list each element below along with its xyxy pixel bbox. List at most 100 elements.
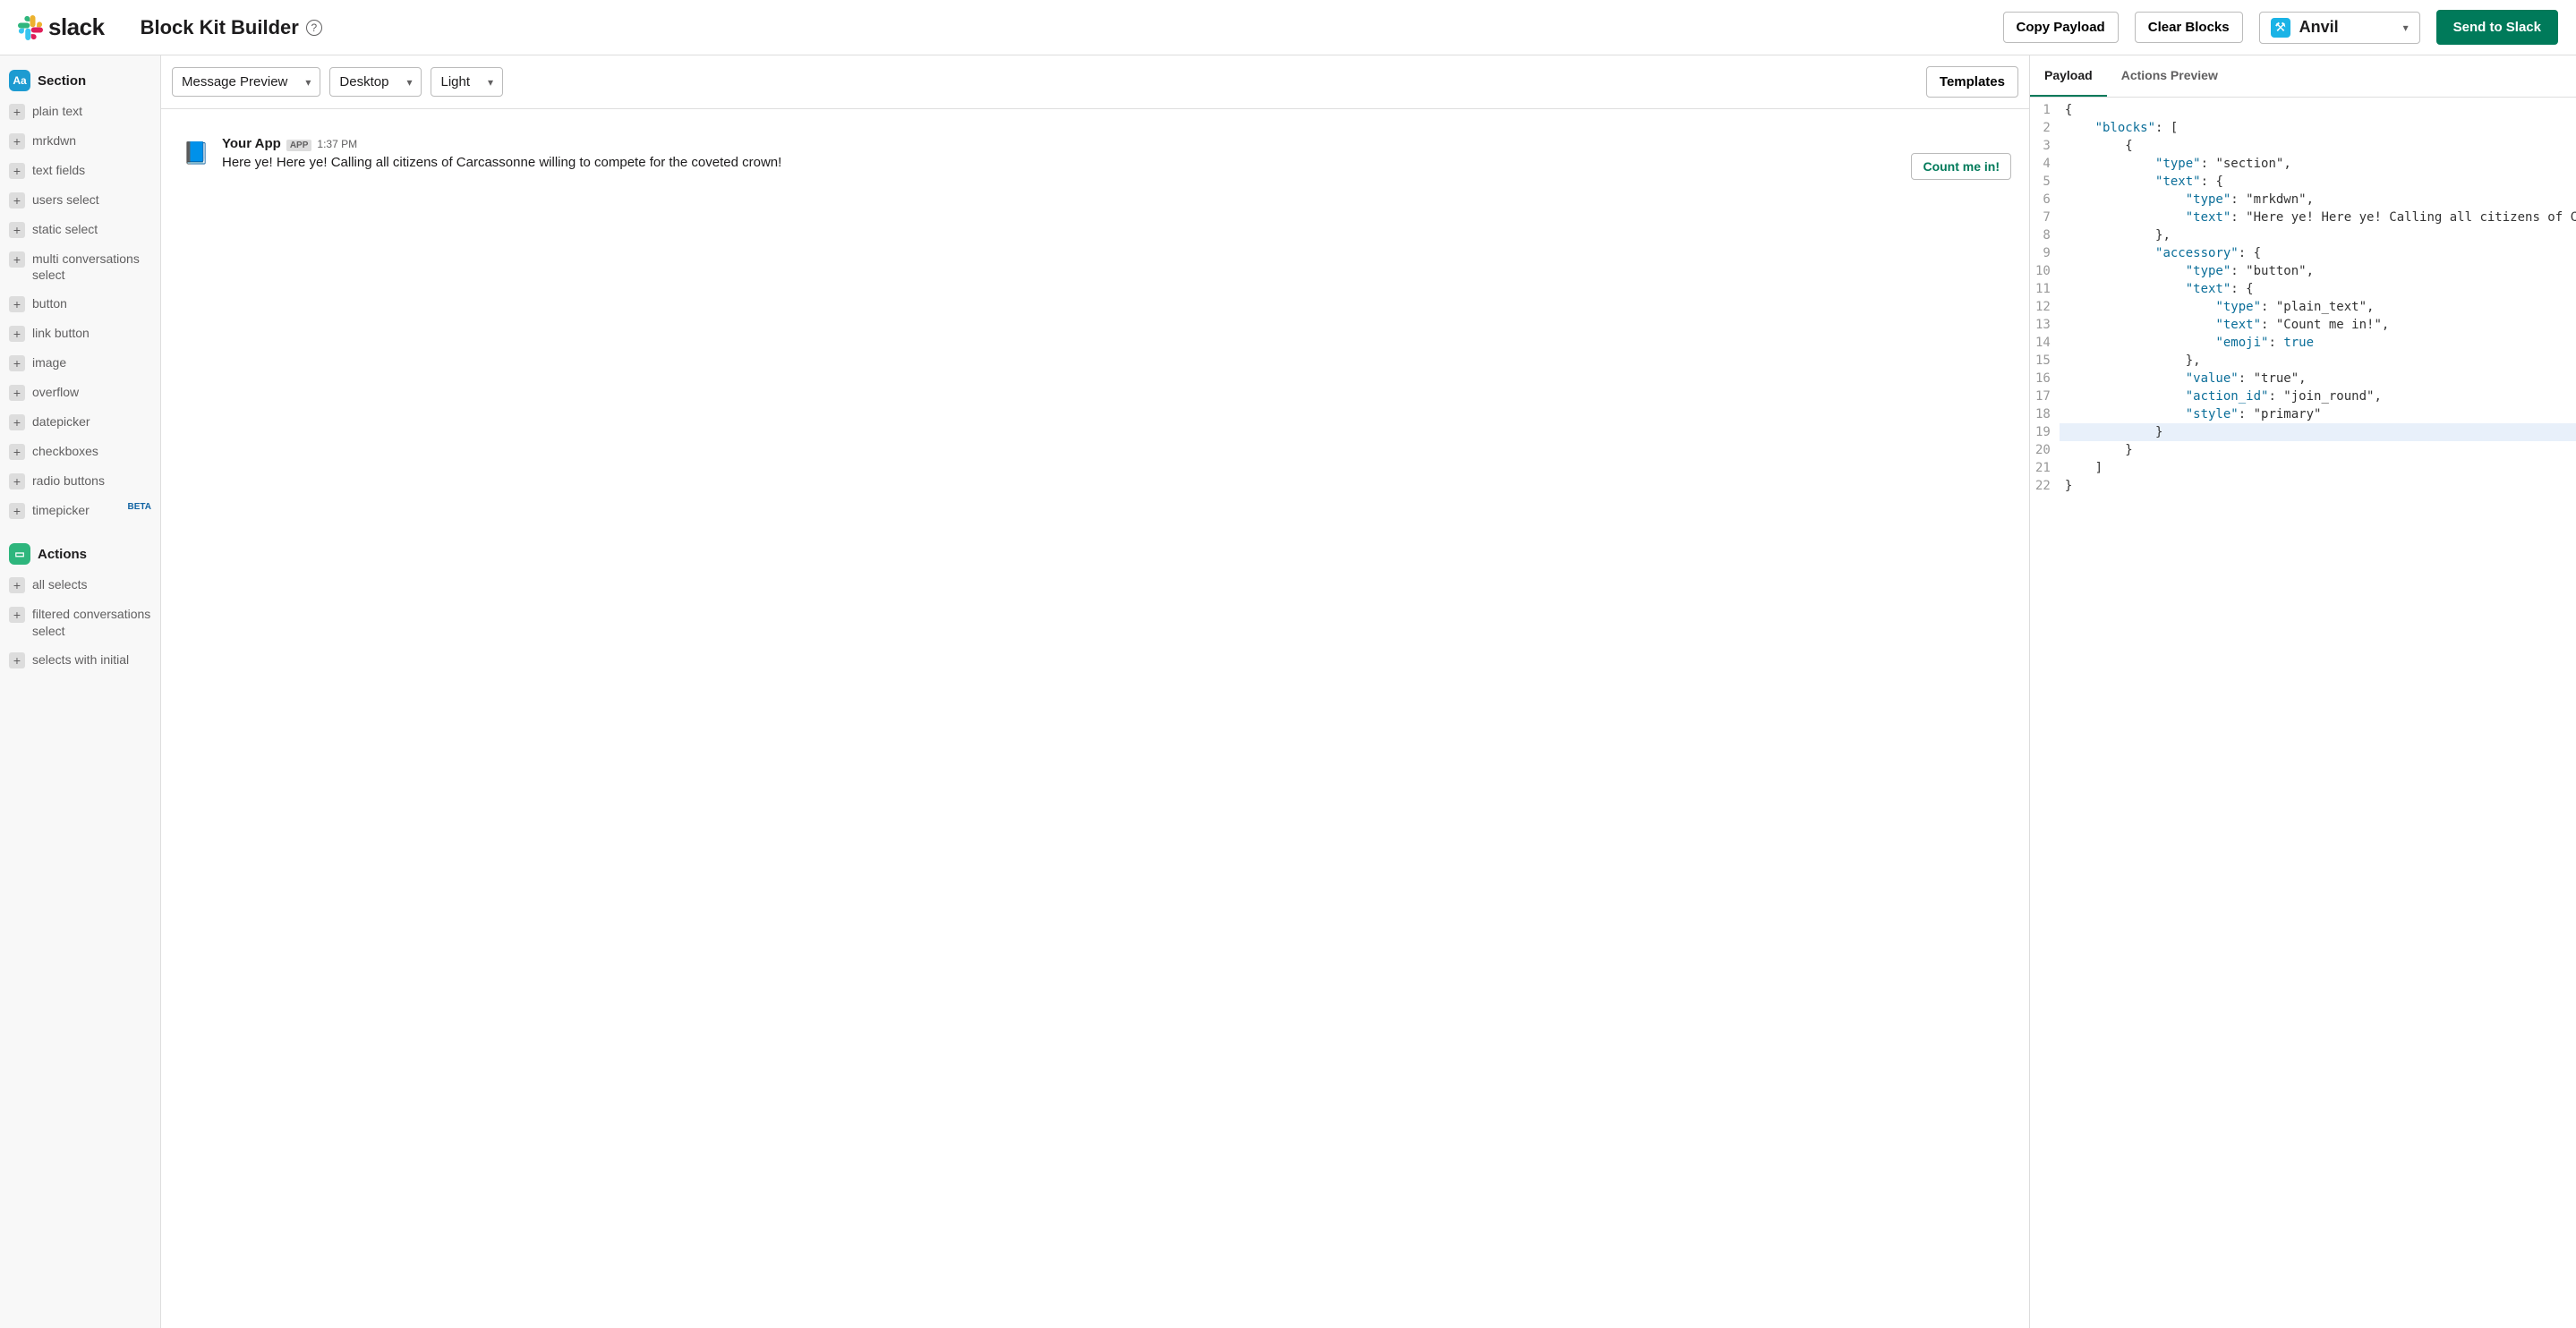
code-line[interactable]: "accessory": { [2060, 244, 2576, 262]
sidebar-item-image[interactable]: +image [0, 348, 160, 378]
copy-payload-button[interactable]: Copy Payload [2003, 12, 2119, 43]
section-badge-icon: Aa [9, 70, 30, 91]
clear-blocks-button[interactable]: Clear Blocks [2135, 12, 2243, 43]
accessory-button[interactable]: Count me in! [1911, 153, 2011, 180]
workspace-name: Anvil [2299, 18, 2394, 37]
code-content[interactable]: { "blocks": [ { "type": "section", "text… [2060, 98, 2576, 1328]
code-line[interactable]: "type": "button", [2060, 262, 2576, 280]
workspace-icon: ⚒ [2271, 18, 2290, 38]
plus-icon: + [9, 652, 25, 668]
surface-select[interactable]: Desktop ▾ [329, 67, 422, 97]
slack-logo-icon [18, 15, 43, 40]
sidebar-item-timepicker[interactable]: +timepickerBETA [0, 496, 160, 525]
templates-button[interactable]: Templates [1926, 66, 2018, 98]
code-line[interactable]: "blocks": [ [2060, 119, 2576, 137]
main-layout: Aa Section +plain text+mrkdwn+text field… [0, 55, 2576, 1328]
sidebar-item-label: checkboxes [32, 443, 98, 459]
sidebar-item-selects-with-initial[interactable]: + selects with initial [0, 645, 160, 675]
preview-panel: Message Preview ▾ Desktop ▾ Light ▾ Temp… [161, 55, 2030, 1328]
plus-icon: + [9, 503, 25, 519]
sidebar-item-label: multi conversations select [32, 251, 151, 283]
plus-icon: + [9, 296, 25, 312]
code-tabs: Payload Actions Preview [2030, 55, 2576, 98]
sidebar-item-link-button[interactable]: +link button [0, 319, 160, 348]
code-line[interactable]: "text": { [2060, 280, 2576, 298]
sidebar-item-mrkdwn[interactable]: + mrkdwn [0, 126, 160, 156]
code-line[interactable]: "text": "Here ye! Here ye! Calling all c… [2060, 209, 2576, 226]
message-header: Your App APP 1:37 PM [222, 136, 2011, 151]
preview-toolbar: Message Preview ▾ Desktop ▾ Light ▾ Temp… [161, 55, 2029, 109]
send-to-slack-button[interactable]: Send to Slack [2436, 10, 2558, 45]
plus-icon: + [9, 251, 25, 268]
code-line[interactable]: "type": "section", [2060, 155, 2576, 173]
code-line[interactable]: }, [2060, 352, 2576, 370]
code-line[interactable]: } [2060, 423, 2576, 441]
app-name: Your App [222, 136, 281, 151]
code-line[interactable]: { [2060, 137, 2576, 155]
app-avatar: 📘 [179, 136, 213, 170]
sidebar-item-label: static select [32, 221, 98, 237]
sidebar-item-overflow[interactable]: +overflow [0, 378, 160, 407]
chevron-down-icon: ▾ [305, 76, 311, 89]
code-line[interactable]: "text": "Count me in!", [2060, 316, 2576, 334]
code-editor[interactable]: 12345678910111213141516171819202122 { "b… [2030, 98, 2576, 1328]
plus-icon: + [9, 104, 25, 120]
app-tag: APP [286, 140, 312, 151]
preview-mode-select[interactable]: Message Preview ▾ [172, 67, 320, 97]
sidebar-item-static-select[interactable]: +static select [0, 215, 160, 244]
tab-payload[interactable]: Payload [2030, 55, 2107, 97]
tab-actions-preview[interactable]: Actions Preview [2107, 55, 2232, 97]
help-icon[interactable]: ? [306, 20, 322, 36]
header-actions: Copy Payload Clear Blocks ⚒ Anvil ▾ Send… [2003, 10, 2558, 45]
actions-group-label: Actions [38, 547, 87, 562]
message-text: Here ye! Here ye! Calling all citizens o… [222, 153, 1897, 174]
brand-name: slack [48, 13, 105, 41]
code-line[interactable]: "style": "primary" [2060, 405, 2576, 423]
code-line[interactable]: "text": { [2060, 173, 2576, 191]
sidebar-item-all-selects[interactable]: + all selects [0, 570, 160, 600]
sidebar-item-label: mrkdwn [32, 132, 76, 149]
sidebar-group-section[interactable]: Aa Section [0, 64, 160, 97]
message-content: Here ye! Here ye! Calling all citizens o… [222, 153, 2011, 180]
sidebar-item-text-fields[interactable]: +text fields [0, 156, 160, 185]
beta-badge: BETA [128, 502, 151, 512]
plus-icon: + [9, 577, 25, 593]
plus-icon: + [9, 192, 25, 209]
chevron-down-icon: ▾ [2403, 21, 2409, 34]
plus-icon: + [9, 133, 25, 149]
code-line[interactable]: "type": "mrkdwn", [2060, 191, 2576, 209]
code-line[interactable]: }, [2060, 226, 2576, 244]
slack-logo[interactable]: slack [18, 13, 105, 41]
sidebar-item-filtered-conversations-select[interactable]: +filtered conversations select [0, 600, 160, 644]
sidebar-group-actions[interactable]: ▭ Actions [0, 538, 160, 570]
sidebar-item-label: selects with initial [32, 651, 129, 668]
sidebar-item-radio-buttons[interactable]: +radio buttons [0, 466, 160, 496]
code-line[interactable]: } [2060, 477, 2576, 495]
app-header: slack Block Kit Builder ? Copy Payload C… [0, 0, 2576, 55]
sidebar: Aa Section +plain text+mrkdwn+text field… [0, 55, 161, 1328]
sidebar-item-label: all selects [32, 576, 87, 592]
code-line[interactable]: "emoji": true [2060, 334, 2576, 352]
message-body: Your App APP 1:37 PM Here ye! Here ye! C… [222, 136, 2011, 180]
sidebar-item-label: text fields [32, 162, 85, 178]
code-line[interactable]: { [2060, 101, 2576, 119]
sidebar-item-multi-conversations-select[interactable]: + multi conversations select [0, 244, 160, 289]
sidebar-item-label: plain text [32, 103, 82, 119]
code-line[interactable]: ] [2060, 459, 2576, 477]
workspace-select[interactable]: ⚒ Anvil ▾ [2259, 12, 2420, 44]
sidebar-item-datepicker[interactable]: +datepicker [0, 407, 160, 437]
sidebar-item-users-select[interactable]: +users select [0, 185, 160, 215]
chevron-down-icon: ▾ [488, 76, 493, 89]
plus-icon: + [9, 385, 25, 401]
sidebar-item-button[interactable]: +button [0, 289, 160, 319]
plus-icon: + [9, 473, 25, 489]
code-line[interactable]: "type": "plain_text", [2060, 298, 2576, 316]
code-line[interactable]: "value": "true", [2060, 370, 2576, 387]
code-line[interactable]: } [2060, 441, 2576, 459]
sidebar-item-label: image [32, 354, 66, 370]
theme-select[interactable]: Light ▾ [431, 67, 503, 97]
sidebar-item-checkboxes[interactable]: +checkboxes [0, 437, 160, 466]
sidebar-item-plain-text[interactable]: + plain text [0, 97, 160, 126]
code-line[interactable]: "action_id": "join_round", [2060, 387, 2576, 405]
page-title: Block Kit Builder [141, 16, 299, 39]
